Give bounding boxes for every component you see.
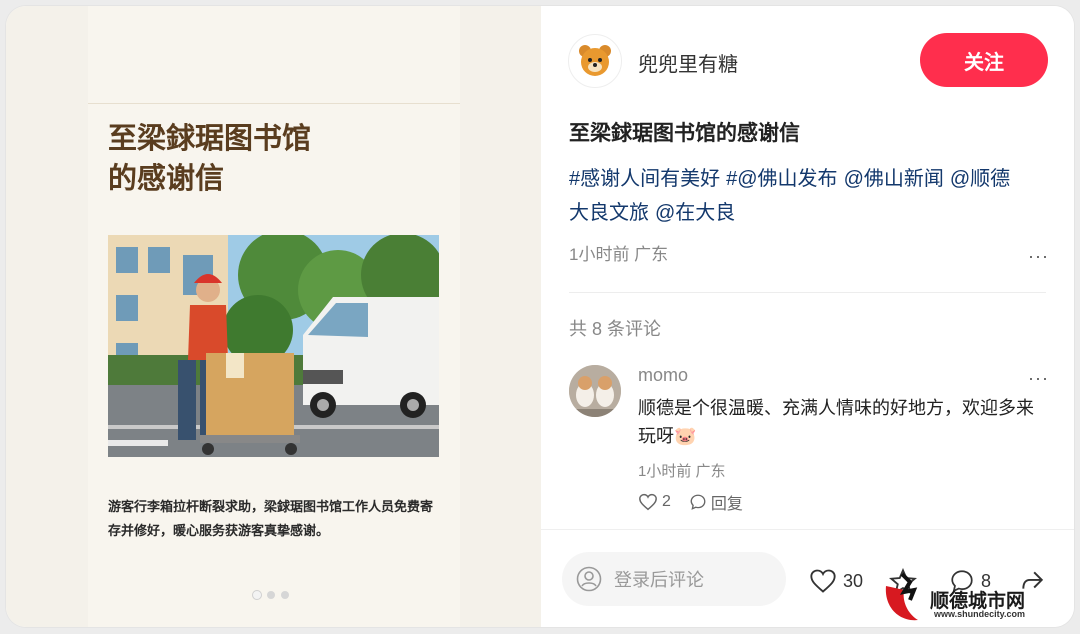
reply-icon bbox=[690, 494, 706, 510]
like-count: 30 bbox=[843, 570, 864, 591]
post-tags: #感谢人间有美好 #@佛山发布 @佛山新闻 @顺德大良文旅 @在大良 bbox=[569, 162, 1059, 230]
watermark-logo-icon bbox=[885, 572, 918, 621]
site-watermark: 顺德城市网 www.shundecity.com bbox=[880, 568, 1075, 628]
section-divider bbox=[569, 292, 1046, 293]
comment-reply-button[interactable]: 回复 bbox=[689, 490, 743, 514]
post-meta: 1小时前 广东 bbox=[569, 245, 669, 264]
bear-icon bbox=[579, 45, 611, 76]
tag-link[interactable]: @佛山新闻 bbox=[844, 168, 944, 190]
heart-icon bbox=[810, 569, 836, 593]
author-name[interactable]: 兜兜里有糖 bbox=[638, 48, 738, 77]
poster-title: 至梁銶琚图书馆 的感谢信 bbox=[108, 121, 312, 195]
like-button[interactable]: 30 bbox=[809, 568, 863, 594]
tag-link[interactable]: #@佛山发布 bbox=[726, 168, 837, 190]
poster-illustration bbox=[108, 235, 439, 457]
post-detail-panel: 兜兜里有糖 关注 至梁銶琚图书馆的感谢信 #感谢人间有美好 #@佛山发布 @佛山新闻… bbox=[541, 6, 1074, 627]
post-image-panel[interactable]: 至梁銶琚图书馆 的感谢信 游客行李箱拉杆断裂求助，梁銶琚图书馆工作人员免费寄存并… bbox=[6, 6, 541, 627]
comment-like-button[interactable]: 2 bbox=[638, 493, 671, 511]
carousel-dot[interactable] bbox=[281, 591, 289, 599]
comment-count: 共 8 条评论 bbox=[569, 319, 662, 339]
post-card: 至梁銶琚图书馆 的感谢信 游客行李箱拉杆断裂求助，梁銶琚图书馆工作人员免费寄存并… bbox=[6, 6, 1074, 627]
tag-link[interactable]: @顺德 bbox=[950, 168, 1010, 190]
commenter-avatar[interactable] bbox=[569, 365, 621, 417]
comment-text: 顺德是个很温暖、充满人情味的好地方，欢迎多来玩呀🐷 bbox=[638, 398, 1034, 446]
carousel-dot[interactable] bbox=[253, 591, 261, 599]
comment-time: 1小时前 广东 bbox=[638, 463, 726, 480]
commenter-name[interactable]: momo bbox=[638, 365, 688, 386]
follow-button[interactable]: 关注 bbox=[920, 33, 1048, 87]
poster-caption: 游客行李箱拉杆断裂求助，梁銶琚图书馆工作人员免费寄存并修好，暖心服务获游客真挚感… bbox=[108, 500, 434, 539]
user-icon bbox=[576, 566, 602, 592]
author-avatar[interactable] bbox=[568, 34, 622, 88]
comment-more-icon[interactable]: ··· bbox=[1028, 368, 1049, 389]
comment-input[interactable]: 登录后评论 bbox=[562, 552, 786, 606]
comment-like-count: 2 bbox=[662, 493, 671, 510]
heart-icon bbox=[639, 493, 657, 511]
reply-label: 回复 bbox=[710, 496, 743, 513]
tag-link[interactable]: 大良文旅 bbox=[569, 202, 649, 224]
comment-actions: 2 回复 bbox=[638, 490, 743, 514]
post-image[interactable]: 至梁銶琚图书馆 的感谢信 游客行李箱拉杆断裂求助，梁銶琚图书馆工作人员免费寄存并… bbox=[88, 6, 460, 627]
poster-divider bbox=[88, 103, 460, 104]
watermark-url: www.shundecity.com bbox=[934, 609, 1026, 619]
carousel-dot[interactable] bbox=[267, 591, 275, 599]
tag-link[interactable]: #感谢人间有美好 bbox=[569, 168, 720, 190]
tag-link[interactable]: @在大良 bbox=[655, 202, 735, 224]
carousel-indicator[interactable] bbox=[253, 591, 289, 599]
post-more-icon[interactable]: ··· bbox=[1028, 246, 1049, 267]
post-title: 至梁銶琚图书馆的感谢信 bbox=[569, 122, 800, 145]
comment-placeholder: 登录后评论 bbox=[614, 570, 704, 590]
